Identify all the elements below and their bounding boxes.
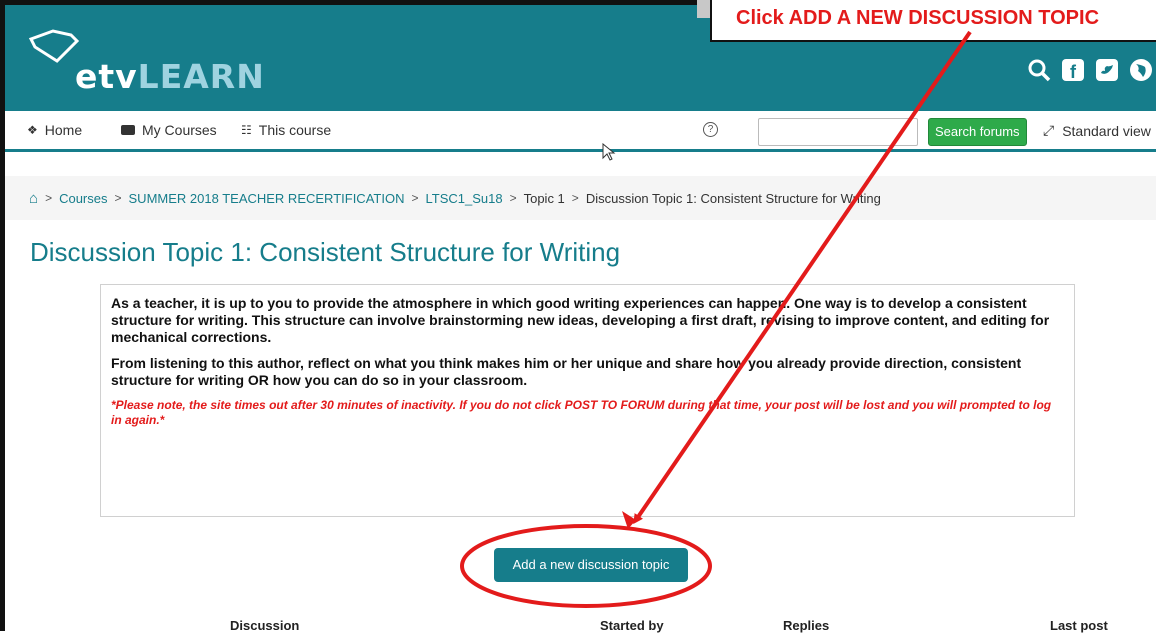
social-icons: f: [1026, 57, 1154, 83]
nav-my-courses[interactable]: My Courses: [121, 122, 217, 138]
breadcrumb-separator: >: [411, 191, 419, 205]
home-icon: ❖: [27, 123, 38, 137]
breadcrumb-current: Discussion Topic 1: Consistent Structure…: [585, 190, 881, 206]
breadcrumb: ⌂ > Courses > SUMMER 2018 TEACHER RECERT…: [5, 176, 1156, 220]
briefcase-icon: [121, 125, 135, 135]
nav-this-course-label: This course: [258, 122, 332, 138]
home-breadcrumb-icon[interactable]: ⌂: [29, 190, 38, 207]
timeout-note: *Please note, the site times out after 3…: [111, 398, 1052, 427]
nav-my-courses-label: My Courses: [142, 122, 217, 138]
breadcrumb-separator: >: [45, 191, 53, 205]
callout-shadow: [697, 0, 710, 18]
nav-bar: ❖ Home My Courses ☷ This course ? Search…: [5, 111, 1156, 152]
search-icon[interactable]: [1026, 57, 1052, 83]
intro-paragraph-2: From listening to this author, reflect o…: [111, 355, 1022, 388]
page-title: Discussion Topic 1: Consistent Structure…: [30, 237, 621, 267]
standard-view-label: Standard view: [1062, 122, 1151, 139]
screenshot-frame-top: [0, 0, 700, 5]
sitemap-icon: ☷: [241, 123, 252, 137]
breadcrumb-separator: >: [571, 191, 579, 205]
search-forums-input[interactable]: [758, 118, 918, 146]
logo-text: etvLEARN: [75, 57, 265, 96]
compress-icon: ⤢: [1043, 122, 1055, 138]
nav-this-course[interactable]: ☷ This course: [241, 122, 331, 138]
breadcrumb-courses[interactable]: Courses: [59, 191, 107, 206]
help-icon[interactable]: ?: [703, 122, 718, 137]
breadcrumb-summer-2018[interactable]: SUMMER 2018 TEACHER RECERTIFICATION: [129, 191, 405, 206]
intro-paragraph-1: As a teacher, it is up to you to provide…: [111, 295, 1050, 345]
nav-home-label: Home: [44, 122, 83, 138]
etv-learn-logo[interactable]: etvLEARN: [27, 27, 287, 97]
standard-view-toggle[interactable]: ⤢ Standard view: [1043, 122, 1151, 139]
search-forums-button[interactable]: Search forums: [928, 118, 1027, 146]
forum-intro: As a teacher, it is up to you to provide…: [100, 284, 1075, 517]
breadcrumb-separator: >: [114, 191, 122, 205]
instruction-callout: Click ADD A NEW DISCUSSION TOPIC: [710, 0, 1156, 42]
breadcrumb-topic[interactable]: Topic 1: [524, 191, 565, 206]
twitter-icon[interactable]: [1094, 57, 1120, 83]
svg-text:f: f: [1070, 62, 1077, 82]
screenshot-frame-left: [0, 0, 5, 631]
globe-icon[interactable]: [1128, 57, 1154, 83]
nav-home[interactable]: ❖ Home: [27, 122, 82, 138]
breadcrumb-course-code[interactable]: LTSC1_Su18: [425, 191, 502, 206]
add-new-discussion-topic-button[interactable]: Add a new discussion topic: [494, 548, 688, 582]
facebook-icon[interactable]: f: [1060, 57, 1086, 83]
breadcrumb-separator: >: [509, 191, 517, 205]
